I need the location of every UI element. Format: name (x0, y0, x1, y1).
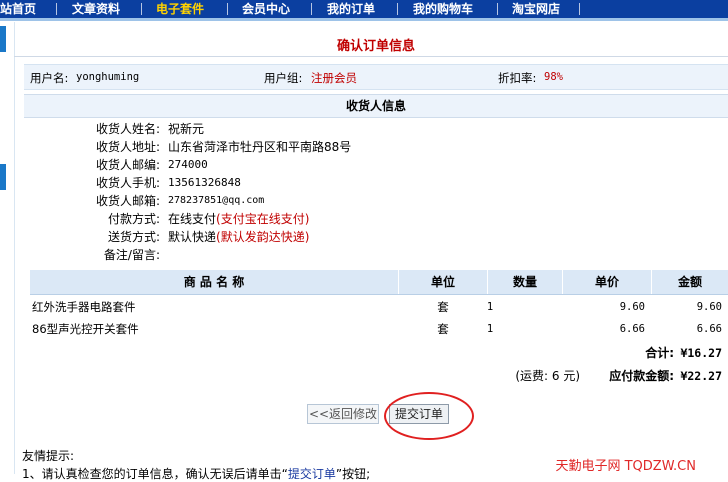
field-label: 收货人手机: (95, 176, 160, 190)
consignee-zip-value: 274000 (168, 158, 208, 171)
amount-cell: 6.66 (696, 323, 722, 335)
delivery-method-text: 默认快递 (168, 230, 217, 244)
col-header-amount: 金额 (677, 275, 702, 289)
payment-method-note: (支付宝在线支付) (216, 212, 310, 226)
hint-text-end: ”按钮; (335, 467, 371, 481)
user-info-bar: 用户名: yonghuming 用户组: 注册会员 折扣率: 98% (24, 64, 728, 90)
consignee-address-value: 山东省菏泽市牡丹区和平南路88号 (168, 140, 352, 154)
quantity-cell: 1 (486, 323, 494, 335)
col-header-quantity: 数量 (512, 275, 537, 289)
consignee-zip-row: 收货人邮编: 274000 (0, 156, 728, 174)
total-value: ¥16.27 (680, 346, 722, 360)
nav-item-articles[interactable]: 文章资料 (72, 0, 120, 18)
shipping-fee: (运费: 6 元) (515, 369, 580, 383)
table-row: 红外洗手器电路套件 套 1 9.60 9.60 (30, 296, 728, 320)
nav-underline (0, 18, 728, 21)
username-label: 用户名: (30, 71, 69, 85)
nav-item-home[interactable]: 站首页 (0, 0, 36, 18)
col-header-unit-price: 单价 (594, 275, 619, 289)
nav-separator (579, 3, 580, 15)
product-name-cell: 86型声光控开关套件 (32, 322, 139, 336)
nav-item-kits[interactable]: 电子套件 (156, 0, 204, 18)
nav-item-my-cart[interactable]: 我的购物车 (413, 0, 473, 18)
nav-separator (141, 3, 142, 15)
consignee-phone-value: 13561326848 (168, 176, 241, 189)
payment-method-value: 在线支付(支付宝在线支付) (168, 210, 309, 228)
total-label: 合计: (645, 346, 674, 360)
nav-separator (397, 3, 398, 15)
left-edge-strip (0, 26, 6, 52)
unit-price-cell: 6.66 (619, 323, 645, 335)
top-nav: 站首页 文章资料 电子套件 会员中心 我的订单 我的购物车 淘宝网店 (0, 0, 728, 18)
field-label: 收货人邮编: (95, 158, 160, 172)
consignee-name-row: 收货人姓名: 祝新元 (0, 120, 728, 138)
field-label: 备注/留言: (103, 248, 160, 262)
col-header-product-name: 商 品 名 称 (183, 275, 245, 289)
payment-method-text: 在线支付 (168, 212, 217, 226)
field-label: 收货人姓名: (95, 122, 160, 136)
discount-value: 98% (544, 71, 563, 83)
title-divider (14, 56, 728, 57)
consignee-email-row: 收货人邮箱: 278237851@qq.com (0, 192, 728, 210)
hint-submit-link: 提交订单 (287, 467, 336, 481)
hint-title: 友情提示: (22, 449, 75, 463)
hint-text: 1、请认真检查您的订单信息，确认无误后请单击“ (22, 467, 288, 481)
page-title: 确认订单信息 (336, 39, 415, 54)
consignee-address-row: 收货人地址: 山东省菏泽市牡丹区和平南路88号 (0, 138, 728, 156)
submit-order-button[interactable]: 提交订单 (389, 404, 449, 424)
field-label: 付款方式: (107, 212, 160, 226)
user-group-value: 注册会员 (311, 71, 357, 85)
field-label: 收货人地址: (95, 140, 160, 154)
payment-method-row: 付款方式: 在线支付(支付宝在线支付) (0, 210, 728, 228)
field-label: 送货方式: (107, 230, 160, 244)
amount-cell: 9.60 (696, 301, 722, 313)
consignee-section-header: 收货人信息 (24, 94, 728, 118)
delivery-method-row: 送货方式: 默认快递(默认发韵达快递) (0, 228, 728, 246)
remarks-row: 备注/留言: (0, 246, 728, 264)
nav-item-my-orders[interactable]: 我的订单 (327, 0, 375, 18)
payable-label: 应付款金额: (609, 369, 674, 383)
col-header-unit: 单位 (430, 275, 455, 289)
nav-item-taobao-shop[interactable]: 淘宝网店 (512, 0, 560, 18)
nav-separator (497, 3, 498, 15)
consignee-email-value: 278237851@qq.com (168, 195, 265, 206)
items-table-header: 商 品 名 称 单位 数量 单价 金额 (30, 270, 728, 295)
field-label: 收货人邮箱: (95, 194, 160, 208)
quantity-cell: 1 (486, 301, 494, 313)
discount-label: 折扣率: (498, 71, 537, 85)
site-watermark: 天勤电子网 TQDZW.CN (555, 459, 696, 474)
nav-separator (56, 3, 57, 15)
unit-price-cell: 9.60 (619, 301, 645, 313)
product-name-cell: 红外洗手器电路套件 (32, 300, 136, 314)
back-to-edit-button[interactable]: <<返回修改 (307, 404, 379, 424)
nav-separator (227, 3, 228, 15)
delivery-method-value: 默认快递(默认发韵达快递) (168, 228, 309, 246)
delivery-method-note: (默认发韵达快递) (216, 230, 310, 244)
nav-separator (311, 3, 312, 15)
table-row: 86型声光控开关套件 套 1 6.66 6.66 (30, 318, 728, 342)
payable-value: ¥22.27 (680, 369, 722, 383)
username-value: yonghuming (76, 71, 140, 83)
consignee-phone-row: 收货人手机: 13561326848 (0, 174, 728, 192)
consignee-name-value: 祝新元 (168, 122, 205, 136)
nav-item-member-center[interactable]: 会员中心 (242, 0, 290, 18)
user-group-label: 用户组: (264, 71, 303, 85)
